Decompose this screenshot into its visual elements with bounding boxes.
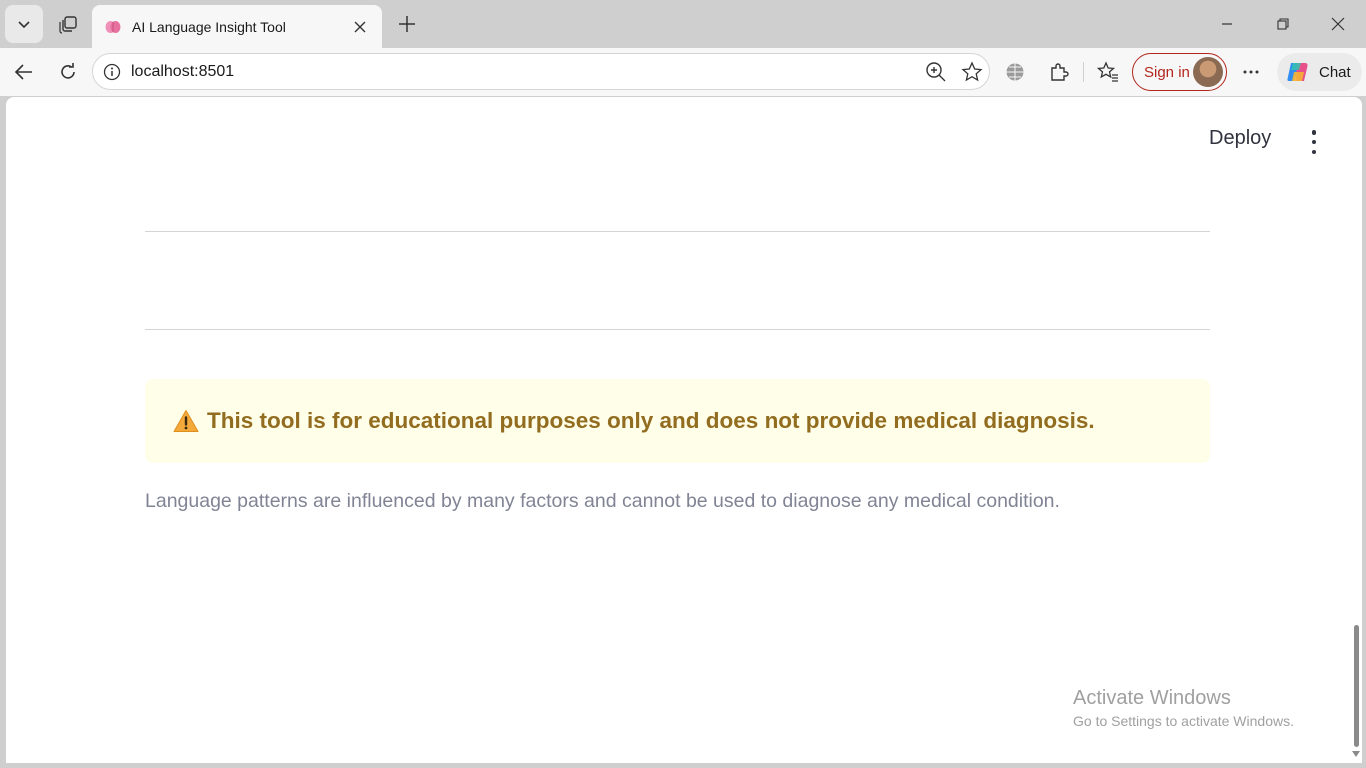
settings-more-button[interactable] <box>1235 56 1267 88</box>
close-window-button[interactable] <box>1323 9 1353 39</box>
workspaces-icon <box>59 16 77 34</box>
translate-button[interactable] <box>999 56 1031 88</box>
close-icon <box>1331 17 1345 31</box>
close-icon <box>354 21 366 32</box>
warning-alert: This tool is for educational purposes on… <box>145 379 1210 463</box>
tab-title: AI Language Insight Tool <box>132 18 286 35</box>
chevron-down-icon <box>18 21 30 29</box>
tab-strip: AI Language Insight Tool <box>0 0 1366 48</box>
restore-button[interactable] <box>1268 9 1298 39</box>
disclaimer-caption: Language patterns are influenced by many… <box>145 490 1060 512</box>
page-viewport: Deploy This tool is for educational purp… <box>6 97 1362 763</box>
browser-toolbar: localhost:8501 Sign in Chat <box>0 48 1366 96</box>
watermark-subtitle: Go to Settings to activate Windows. <box>1073 713 1294 729</box>
kebab-dot <box>1311 139 1317 145</box>
more-horizontal-icon <box>1243 70 1259 74</box>
tab-actions-menu-button[interactable] <box>5 5 43 43</box>
brain-icon <box>105 20 121 33</box>
warning-icon <box>173 410 199 432</box>
sign-in-label: Sign in <box>1144 63 1190 81</box>
address-bar[interactable]: localhost:8501 <box>92 53 990 90</box>
main-menu-button[interactable] <box>1304 130 1324 154</box>
activate-windows-watermark: Activate Windows Go to Settings to activ… <box>1073 687 1294 729</box>
active-tab[interactable]: AI Language Insight Tool <box>92 5 382 48</box>
workspaces-button[interactable] <box>50 5 86 43</box>
toolbar-divider <box>1083 62 1084 82</box>
info-icon[interactable] <box>103 63 121 81</box>
avatar <box>1193 57 1223 87</box>
zoom-icon[interactable] <box>925 61 947 83</box>
refresh-icon <box>61 63 75 79</box>
extensions-button[interactable] <box>1043 56 1075 88</box>
sign-in-button[interactable]: Sign in <box>1132 53 1227 91</box>
back-button[interactable] <box>8 56 40 88</box>
url-text[interactable]: localhost:8501 <box>131 63 234 81</box>
restore-icon <box>1277 18 1289 30</box>
puzzle-icon <box>1051 63 1069 81</box>
kebab-dot <box>1311 130 1317 135</box>
copilot-chat-button[interactable]: Chat <box>1277 53 1362 91</box>
divider-bottom <box>145 329 1210 330</box>
scroll-down-arrow[interactable] <box>1352 751 1360 757</box>
close-tab-button[interactable] <box>350 17 370 37</box>
minimize-button[interactable] <box>1212 9 1242 39</box>
plus-icon <box>399 16 415 32</box>
scrollbar-thumb[interactable] <box>1354 625 1359 747</box>
minimize-icon <box>1222 23 1232 25</box>
copilot-icon <box>1287 63 1308 81</box>
deploy-button[interactable]: Deploy <box>1209 127 1271 150</box>
refresh-button[interactable] <box>52 56 84 88</box>
favorites-icon <box>1097 61 1118 82</box>
kebab-dot <box>1311 149 1317 154</box>
favorite-star-icon[interactable] <box>961 61 983 83</box>
arrow-left-icon <box>14 64 32 80</box>
warning-text: This tool is for educational purposes on… <box>207 408 1095 433</box>
globe-icon <box>1006 63 1024 81</box>
watermark-title: Activate Windows <box>1073 687 1231 709</box>
chat-label: Chat <box>1319 63 1351 81</box>
divider-top <box>145 231 1210 232</box>
favorites-button[interactable] <box>1092 56 1124 88</box>
new-tab-button[interactable] <box>392 9 422 39</box>
